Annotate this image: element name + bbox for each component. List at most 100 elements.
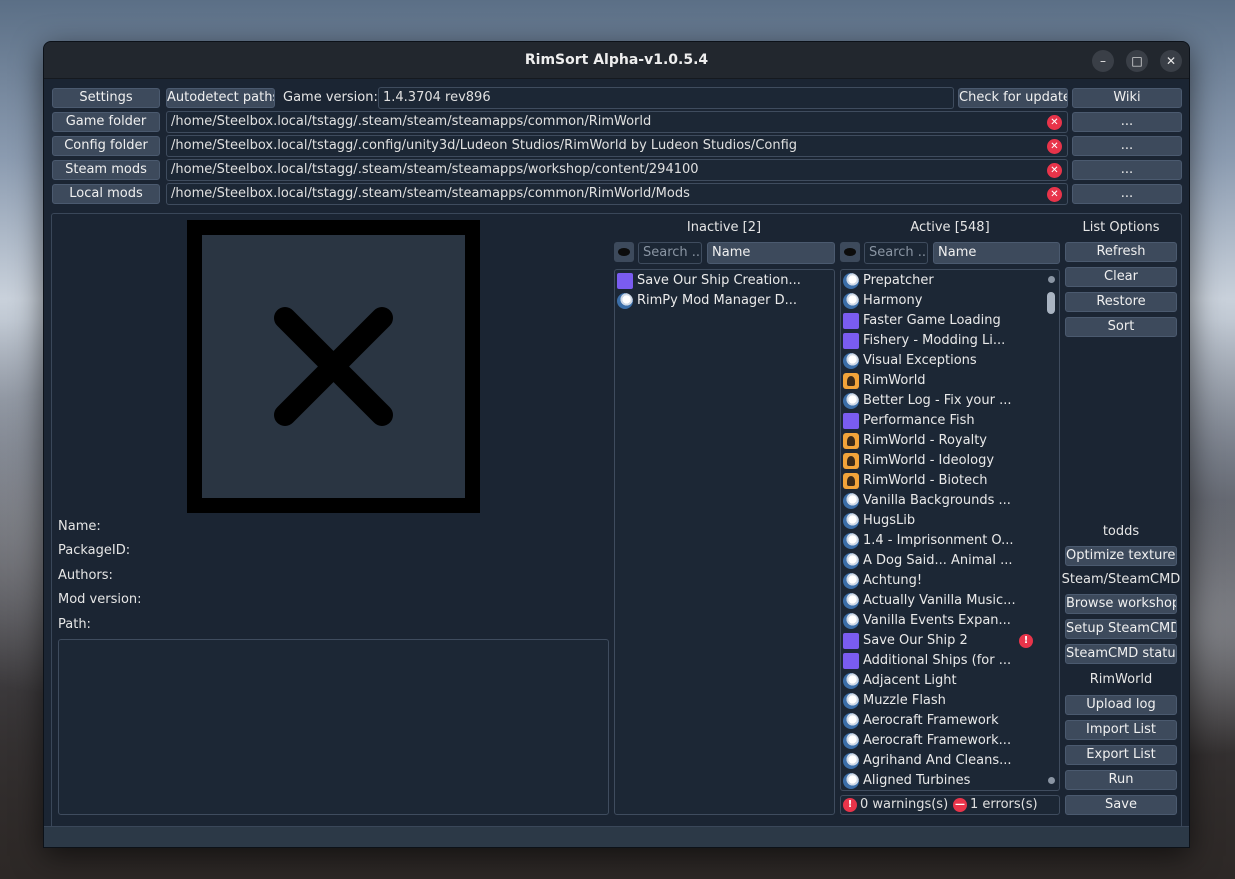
autodetect-paths-button[interactable]: Autodetect paths [166,88,275,108]
mod-description-box[interactable] [58,639,609,815]
steam-mods-button[interactable]: Steam mods [52,160,160,180]
close-icon[interactable]: ✕ [1160,50,1182,72]
list-item[interactable]: Visual Exceptions [843,351,977,371]
browse-workshop-button[interactable]: Browse workshop [1065,594,1177,614]
active-search-input[interactable]: Search ... [864,242,928,264]
clear-config-folder-icon[interactable]: ✕ [1047,139,1062,154]
game-folder-button[interactable]: Game folder [52,112,160,132]
game-folder-field[interactable]: /home/Steelbox.local/tstagg/.steam/steam… [166,111,1068,133]
list-item[interactable]: Additional Ships (for ... [843,651,1011,671]
list-item[interactable]: Actually Vanilla Music... [843,591,1016,611]
steamcmd-status-button[interactable]: SteamCMD status [1065,644,1177,664]
clear-game-folder-icon[interactable]: ✕ [1047,115,1062,130]
list-item[interactable]: Vanilla Events Expan... [843,611,1011,631]
game-folder-browse-button[interactable]: ... [1072,112,1182,132]
mod-preview-image [187,220,480,513]
local-folder-icon [617,273,633,289]
inactive-search-input[interactable]: Search ... [638,242,702,264]
list-item[interactable]: Achtung! [843,571,922,591]
list-item[interactable]: Fishery - Modding Li... [843,331,1005,351]
list-item[interactable]: Aerocraft Framework [843,711,999,731]
run-button[interactable]: Run [1065,770,1177,790]
list-item[interactable]: HugsLib [843,511,915,531]
list-item[interactable]: 1.4 - Imprisonment O... [843,531,1014,551]
list-item[interactable]: RimWorld - Ideology [843,451,994,471]
list-item[interactable]: Agrihand And Cleans... [843,751,1012,771]
active-sort-select[interactable]: Name [933,242,1060,264]
window-title: RimSort Alpha-v1.0.5.4 [524,52,709,68]
steam-icon [843,573,859,589]
restore-button[interactable]: Restore [1065,292,1177,312]
maximize-icon[interactable]: □ [1126,50,1148,72]
active-mod-list[interactable]: Prepatcher Harmony Faster Game Loading Fish… [840,269,1060,791]
inactive-sort-select[interactable]: Name [707,242,835,264]
scroll-thumb[interactable] [1047,292,1055,314]
mod-panel: Name: PackageID: Authors: Mod version: P… [51,213,1182,847]
steam-section-title: Steam/SteamCMD [1061,572,1181,587]
core-icon [843,433,859,449]
settings-button[interactable]: Settings [52,88,160,108]
list-item[interactable]: Harmony [843,291,922,311]
clear-button[interactable]: Clear [1065,267,1177,287]
clear-local-mods-icon[interactable]: ✕ [1047,187,1062,202]
list-item[interactable]: RimPy Mod Manager D... [617,291,797,311]
steam-mods-browse-button[interactable]: ... [1072,160,1182,180]
list-item[interactable]: A Dog Said... Animal ... [843,551,1013,571]
wiki-button[interactable]: Wiki [1072,88,1182,108]
scroll-down-icon[interactable] [1048,777,1055,784]
export-list-button[interactable]: Export List [1065,745,1177,765]
list-item[interactable]: Better Log - Fix your ... [843,391,1012,411]
list-item[interactable]: Save Our Ship Creation... [617,271,801,291]
config-folder-browse-button[interactable]: ... [1072,136,1182,156]
list-item[interactable]: RimWorld - Royalty [843,431,987,451]
config-folder-field[interactable]: /home/Steelbox.local/tstagg/.config/unit… [166,135,1068,157]
list-item[interactable]: RimWorld - Biotech [843,471,987,491]
main-content: Settings Autodetect paths Game version: … [44,80,1189,847]
scroll-up-icon[interactable] [1048,276,1055,283]
config-folder-button[interactable]: Config folder [52,136,160,156]
app-window: RimSort Alpha-v1.0.5.4 – □ ✕ Settings Au… [43,41,1190,848]
active-list-scrollbar[interactable] [1047,274,1055,786]
steam-icon [843,673,859,689]
steam-mods-field[interactable]: /home/Steelbox.local/tstagg/.steam/steam… [166,159,1068,181]
clear-steam-mods-icon[interactable]: ✕ [1047,163,1062,178]
list-item[interactable]: Vanilla Backgrounds ... [843,491,1011,511]
list-item[interactable]: Muzzle Flash [843,691,946,711]
import-list-button[interactable]: Import List [1065,720,1177,740]
setup-steamcmd-button[interactable]: Setup SteamCMD [1065,619,1177,639]
list-item[interactable]: Performance Fish [843,411,975,431]
refresh-button[interactable]: Refresh [1065,242,1177,262]
minimize-icon[interactable]: – [1092,50,1114,72]
core-icon [843,473,859,489]
sort-button[interactable]: Sort [1065,317,1177,337]
list-item[interactable]: Adjacent Light [843,671,957,691]
game-version-field: 1.4.3704 rev896 [378,87,954,109]
local-mods-button[interactable]: Local mods [52,184,160,204]
active-visibility-icon[interactable] [840,242,860,262]
mod-authors-label: Authors: [58,568,113,583]
optimize-textures-button[interactable]: Optimize textures [1065,546,1177,566]
save-button[interactable]: Save [1065,795,1177,815]
local-mods-browse-button[interactable]: ... [1072,184,1182,204]
steam-icon [843,533,859,549]
steam-icon [843,613,859,629]
list-item[interactable]: Save Our Ship 2! [843,631,1033,651]
inactive-mod-list[interactable]: Save Our Ship Creation... RimPy Mod Mana… [614,269,835,815]
list-item[interactable]: RimWorld [843,371,926,391]
steam-icon [843,513,859,529]
steam-icon [843,393,859,409]
list-item[interactable]: Prepatcher [843,271,934,291]
local-folder-icon [843,333,859,349]
list-item[interactable]: Aligned Turbines [843,771,970,790]
mod-warning-icon[interactable]: ! [1019,634,1033,648]
steam-icon [843,353,859,369]
steam-icon [843,693,859,709]
upload-log-button[interactable]: Upload log [1065,695,1177,715]
list-item[interactable]: Faster Game Loading [843,311,1001,331]
check-update-button[interactable]: Check for update [958,88,1068,108]
list-item[interactable]: Aerocraft Framework... [843,731,1011,751]
todds-title: todds [1102,524,1140,539]
local-mods-field[interactable]: /home/Steelbox.local/tstagg/.steam/steam… [166,183,1068,205]
error-icon: — [953,798,967,812]
inactive-visibility-icon[interactable] [614,242,634,262]
